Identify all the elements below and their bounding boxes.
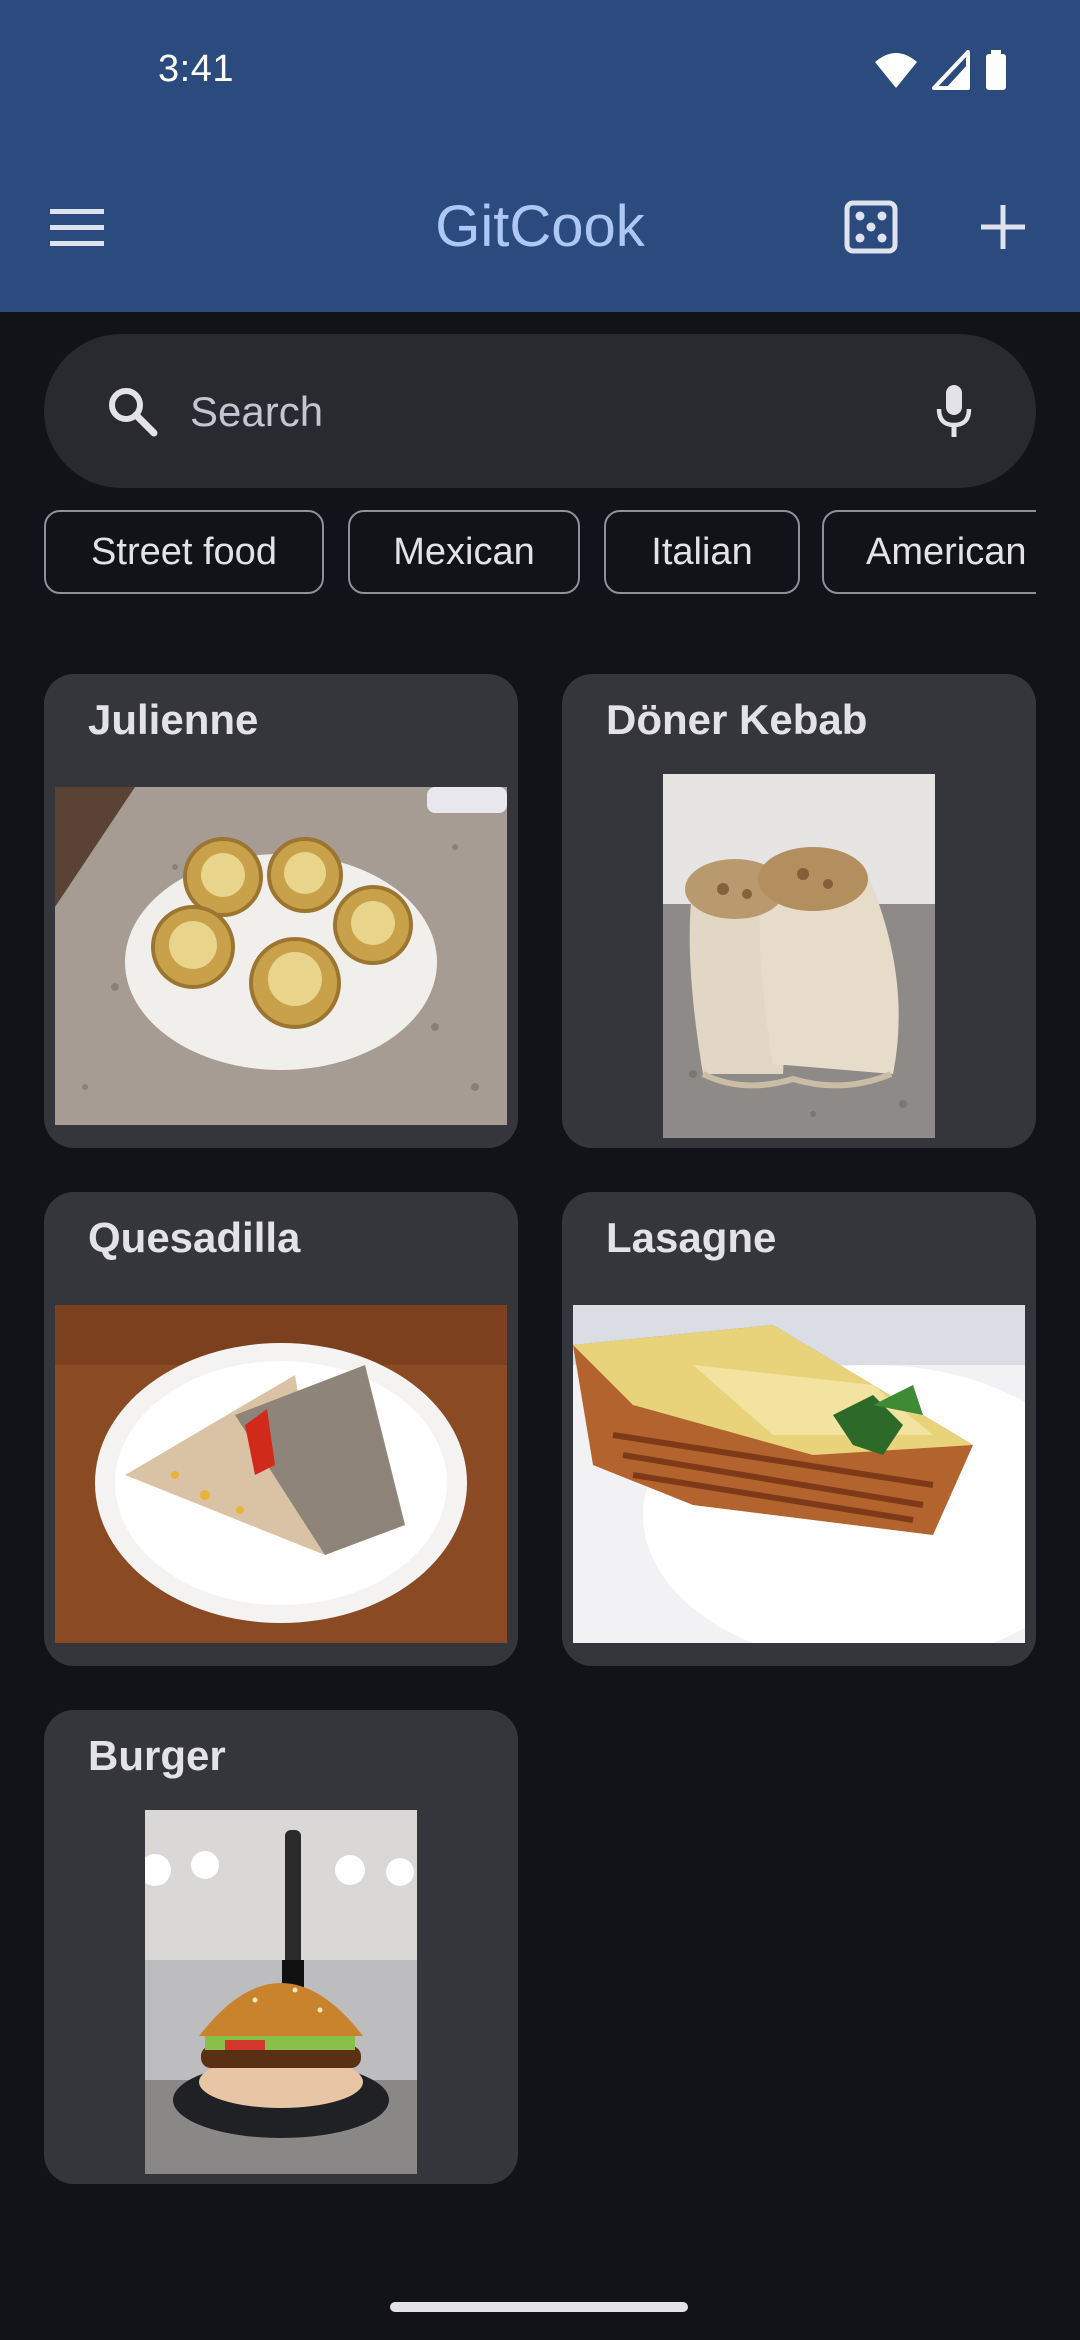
recipe-title: Julienne [88,696,259,743]
home-indicator[interactable] [390,2302,688,2312]
recipe-card-lasagne[interactable]: Lasagne [562,1192,1036,1666]
recipe-card-burger[interactable]: Burger [44,1710,518,2184]
chip-italian[interactable]: Italian [604,510,800,594]
random-recipe-button[interactable] [830,186,912,268]
search-icon [94,373,170,449]
recipe-image-julienne [55,787,507,1125]
chip-street-food[interactable]: Street food [44,510,324,594]
recipe-card-quesadilla[interactable]: Quesadilla [44,1192,518,1666]
status-time: 3:41 [158,48,234,90]
recipe-image-doner-kebab [663,774,935,1138]
plus-icon [981,205,1025,249]
app-title: GitCook [435,194,645,259]
app-header: 3:41 GitCook [0,0,1080,312]
recipe-card-doner-kebab[interactable]: Döner Kebab [562,674,1036,1148]
cellular-signal-icon [932,50,970,90]
voice-search-button[interactable] [916,373,992,449]
chip-american[interactable]: American [822,510,1036,594]
chip-mexican[interactable]: Mexican [348,510,580,594]
search-bar[interactable] [44,334,1036,488]
category-filter-chips: Street food Mexican Italian American [44,510,1036,600]
recipe-image-lasagne [573,1305,1025,1643]
recipe-title: Döner Kebab [606,696,868,743]
dice-icon [844,200,898,254]
wifi-icon [875,53,917,88]
recipe-title: Burger [88,1732,226,1779]
status-icons [874,50,1008,90]
add-recipe-button[interactable] [962,186,1044,268]
search-input[interactable] [188,374,832,450]
microphone-icon [936,385,972,437]
recipe-title: Quesadilla [88,1214,301,1261]
recipe-image-quesadilla [55,1305,507,1643]
recipe-card-julienne[interactable]: Julienne [44,674,518,1148]
recipe-image-burger [145,1810,417,2174]
battery-icon [986,50,1006,90]
recipe-title: Lasagne [606,1214,777,1261]
